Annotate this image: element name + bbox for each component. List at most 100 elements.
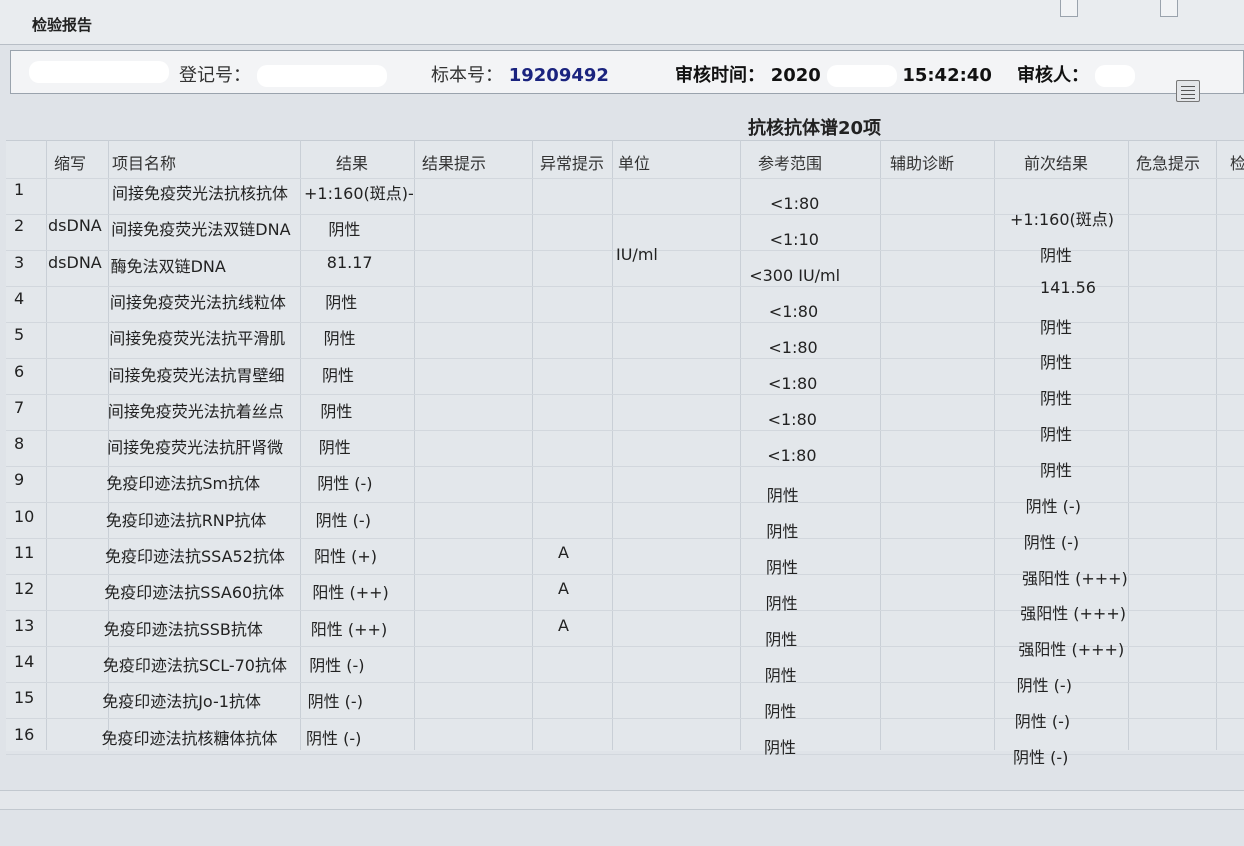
row-number: 1 [14,180,25,199]
header-unit[interactable]: 单位 [618,150,650,174]
redacted-auditor-name [1094,65,1135,87]
auditor-field: 审核人： [1017,61,1135,87]
row-result: 阴性 (-) [307,692,363,712]
row-result: 阴性 (-) [317,474,373,494]
row-number: 16 [14,724,35,744]
row-previous-result: 强阳性 (+++) [1018,640,1125,660]
top-tab-1[interactable] [1060,0,1078,17]
row-number: 3 [14,252,25,272]
row-item-name: 酶免法双链DNA [110,256,226,276]
header-item-name[interactable]: 项目名称 [112,150,176,174]
specimen-number: 19209492 [508,65,609,86]
row-result: 阳性 (+) [314,547,377,566]
row-result: 阳性 (++) [312,583,389,603]
row-previous-result: 阴性 (-) [1025,496,1081,516]
row-item-name: 间接免疫荧光法抗平滑肌 [109,329,286,349]
header-result-hint[interactable]: 结果提示 [422,150,486,174]
audit-time-label: 审核时间： [675,65,765,86]
row-reference-range: <300 IU/ml [749,266,841,286]
specimen-label: 标本号： [431,65,503,86]
row-result: 阴性 [322,365,355,385]
redacted-patient-name [29,61,169,83]
row-number: 5 [14,325,25,345]
audit-time-field: 审核时间： 2020 15:42:40 [675,61,992,87]
row-unit: IU/ml [616,244,658,264]
row-reference-range: <1:80 [767,410,817,430]
audit-time-date: 2020 [770,65,821,86]
row-number: 2 [14,216,25,236]
row-result: 阴性 (-) [306,728,362,748]
row-previous-result: 阴性 (-) [1014,711,1071,731]
row-result: 阴性 [323,329,356,349]
column-divider [1216,140,1217,750]
horizontal-scrollbar[interactable] [0,790,1244,810]
row-reference-range: <1:80 [770,194,820,213]
header-reference-range[interactable]: 参考范围 [758,150,822,174]
row-item-name: 间接免疫荧光法抗核抗体 [112,184,289,203]
row-item-name: 间接免疫荧光法抗肝肾微 [107,438,284,458]
row-reference-range: 阴性 [766,558,799,578]
title-bar: 检验报告 [0,0,1244,45]
test-group-title: 抗核抗体谱20项 [748,118,882,139]
registration-field: 登记号： [179,61,387,87]
column-divider [46,140,47,750]
row-number: 6 [14,361,25,381]
header-abbr[interactable]: 缩写 [54,150,86,174]
row-number: 11 [14,543,35,562]
row-reference-range: <1:10 [769,230,819,250]
row-result: 阴性 [328,220,361,240]
redacted-audit-date [826,65,897,87]
header-extra[interactable]: 检 [1230,150,1244,174]
row-reference-range: 阴性 [764,738,797,758]
patient-name-field [29,61,169,83]
row-item-name: 间接免疫荧光法抗线粒体 [109,292,286,312]
header-abnormal[interactable]: 异常提示 [540,150,604,174]
row-result: 阴性 [325,292,358,312]
row-number: 8 [14,434,25,454]
notes-icon[interactable] [1176,80,1200,102]
row-reference-range: 阴性 [766,522,799,542]
row-reference-range: 阴性 [765,630,798,650]
row-number: 10 [14,506,35,526]
row-divider [6,178,1244,179]
row-result: 阴性 (-) [315,510,371,530]
header-previous-result[interactable]: 前次结果 [1024,150,1088,174]
row-number: 4 [14,288,25,308]
row-abnormal-flag: A [558,543,569,562]
row-reference-range: <1:80 [768,302,819,322]
row-abbreviation: dsDNA [48,216,102,236]
row-number: 12 [14,579,35,599]
row-previous-result: 阴性 [1040,425,1073,445]
redacted-registration-number [256,65,387,87]
row-previous-result: 阴性 (-) [1013,747,1069,767]
row-result: 阴性 [318,438,351,458]
header-result[interactable]: 结果 [336,150,368,174]
column-divider [740,140,741,750]
row-previous-result: 阴性 (-) [1023,532,1080,552]
row-previous-result: +1:160(斑点) [1010,210,1115,229]
row-number: 9 [14,470,25,490]
top-tab-2[interactable] [1160,0,1178,17]
audit-time-clock: 15:42:40 [902,65,992,86]
row-previous-result: 141.56 [1040,277,1096,297]
row-result: 阳性 (++) [310,619,388,639]
row-item-name: 免疫印迹法抗RNP抗体 [105,510,267,530]
auditor-label: 审核人： [1017,65,1089,86]
row-reference-range: 阴性 [764,702,797,722]
row-abbreviation: dsDNA [48,252,102,272]
row-previous-result: 强阳性 (+++) [1020,604,1126,624]
row-previous-result: 阴性 [1040,353,1073,373]
specimen-field: 标本号： 19209492 [431,61,609,87]
row-result: 阴性 (-) [309,655,365,675]
header-critical[interactable]: 危急提示 [1136,150,1200,174]
report-info-bar: 登记号： 标本号： 19209492 审核时间： 2020 15:42:40 审… [10,50,1244,94]
row-reference-range: <1:80 [768,374,818,394]
column-divider [994,140,995,750]
row-previous-result: 强阳性 (+++) [1022,568,1128,588]
row-item-name: 免疫印迹法抗SSA60抗体 [104,583,285,603]
row-reference-range: 阴性 [766,486,799,506]
row-number: 14 [14,651,35,671]
header-aux-diagnosis[interactable]: 辅助诊断 [890,150,954,174]
row-item-name: 免疫印迹法抗SSB抗体 [103,619,263,639]
row-item-name: 免疫印迹法抗SCL-70抗体 [102,655,287,675]
